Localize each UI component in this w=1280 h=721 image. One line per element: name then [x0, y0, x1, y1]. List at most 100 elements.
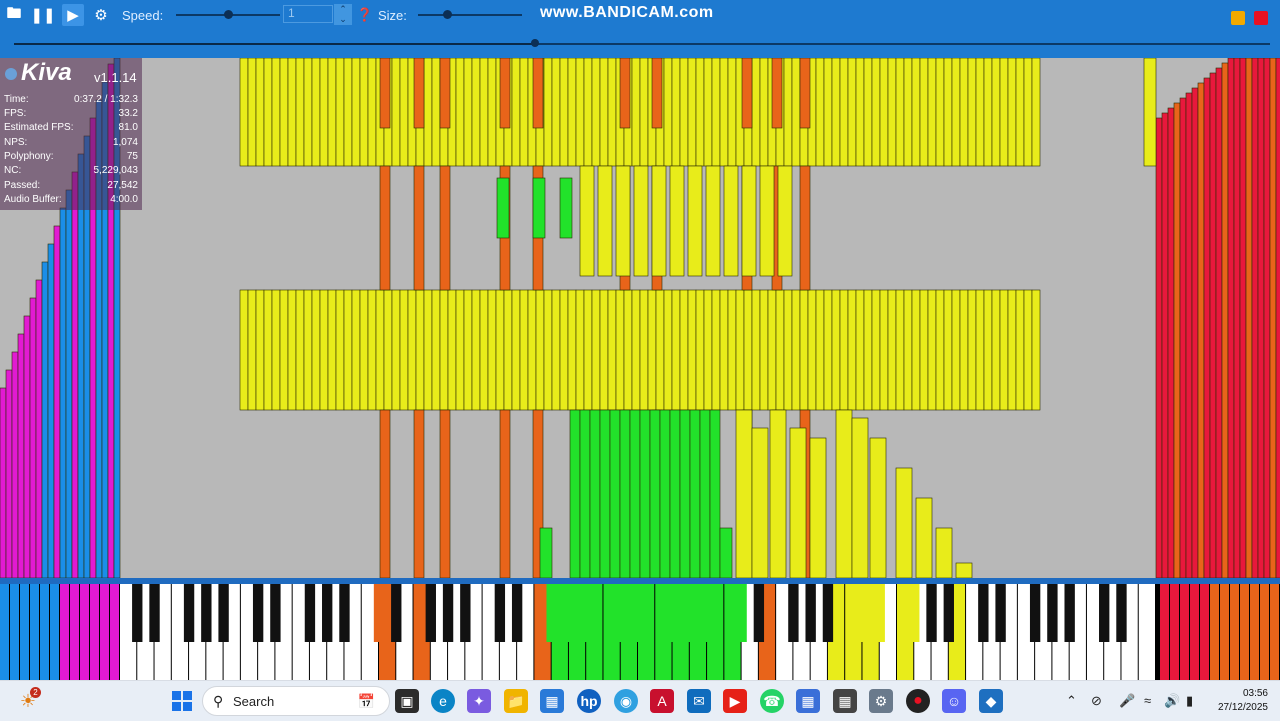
note-yellow: [1031, 289, 1041, 411]
wifi-icon[interactable]: ≈: [1144, 693, 1151, 708]
black-key: [149, 584, 160, 642]
note-yellow: [287, 289, 297, 411]
black-key: [632, 584, 644, 642]
note-yellow: [999, 289, 1009, 411]
app-button[interactable]: ▦: [796, 689, 820, 713]
note-yellow: [431, 289, 441, 411]
start-button[interactable]: [170, 689, 194, 713]
black-key: [183, 584, 195, 642]
discord-icon: ☺: [946, 693, 962, 709]
colored-key: [0, 584, 9, 680]
black-key: [615, 584, 626, 642]
note-yellow: [559, 289, 569, 411]
note-orange: [413, 165, 425, 291]
store-button[interactable]: ▦: [540, 689, 564, 713]
battery-icon[interactable]: ▮: [1186, 693, 1193, 709]
note-yellow: [679, 289, 689, 411]
stat-audio-buffer: Audio Buffer: 4:00.0: [4, 194, 138, 205]
help-button[interactable]: ❓: [357, 0, 373, 30]
close-window-button[interactable]: [1254, 11, 1268, 25]
black-key: [1029, 584, 1041, 642]
note-yellow: [287, 58, 297, 167]
note-yellow: [479, 289, 489, 411]
playback-thumb[interactable]: [531, 39, 540, 47]
kiva-taskbar-button[interactable]: ◆: [979, 689, 1003, 713]
note-yellow: [471, 289, 481, 411]
black-key: [132, 584, 143, 642]
play-button[interactable]: ▶: [61, 0, 85, 30]
discord-button[interactable]: ☺: [942, 689, 966, 713]
microphone-icon[interactable]: 🎤: [1119, 693, 1135, 709]
note-left: [59, 207, 67, 578]
minimize-window-button[interactable]: [1231, 11, 1245, 25]
task-view-button[interactable]: ▣: [395, 689, 419, 713]
colored-key: [100, 584, 109, 680]
note-yellow: [335, 58, 345, 167]
colored-key: [20, 584, 29, 680]
outlook-button[interactable]: ✉: [687, 689, 711, 713]
volume-icon[interactable]: 🔊: [1164, 693, 1180, 709]
note-yellow: [271, 289, 281, 411]
black-key: [373, 584, 385, 642]
chevron-up-icon[interactable]: ⌃: [1066, 693, 1077, 709]
stat-nps: NPS: 1,074: [4, 137, 138, 148]
settings-icon: ⚙: [874, 692, 888, 709]
youtube-button[interactable]: ▶: [723, 689, 747, 713]
size-slider-thumb[interactable]: [443, 10, 453, 19]
speed-slider-thumb[interactable]: [224, 10, 233, 19]
acrobat-button[interactable]: A: [650, 689, 674, 713]
note-orange: [741, 58, 753, 129]
file-explorer-button[interactable]: 📁: [504, 689, 528, 713]
note-left: [53, 225, 61, 578]
whatsapp-button[interactable]: ☎: [760, 689, 784, 713]
note-yellow: [599, 289, 609, 411]
note-yellow: [751, 427, 769, 578]
note-yellow: [579, 165, 595, 277]
calculator-button[interactable]: ▦: [833, 689, 857, 713]
chrome-button[interactable]: ◉: [614, 689, 638, 713]
note-yellow: [633, 165, 649, 277]
version-label: v1.1.14: [94, 70, 137, 85]
pause-button[interactable]: ❚❚: [30, 0, 55, 30]
playback-track[interactable]: [14, 43, 1270, 45]
note-yellow: [783, 289, 793, 411]
note-yellow: [647, 289, 657, 411]
note-right: [1203, 77, 1211, 578]
note-left: [77, 153, 85, 578]
settings-button[interactable]: ⚙: [90, 0, 112, 30]
hp-button[interactable]: hp: [577, 689, 601, 713]
note-yellow: [741, 165, 757, 277]
size-slider[interactable]: [418, 14, 522, 16]
open-file-button[interactable]: 🖿: [3, 0, 25, 30]
note-yellow: [769, 409, 787, 578]
copilot-button[interactable]: ✦: [467, 689, 491, 713]
note-orange: [771, 58, 783, 129]
note-yellow: [751, 289, 761, 411]
note-yellow: [999, 58, 1009, 167]
black-key: [270, 584, 281, 642]
taskbar-search[interactable]: ⚲ Search 📅: [202, 686, 390, 716]
system-clock[interactable]: 03:56 27/12/2025: [1218, 687, 1268, 715]
speed-input[interactable]: 1: [283, 5, 333, 23]
note-yellow: [871, 289, 881, 411]
settings-button-taskbar[interactable]: ⚙: [869, 689, 893, 713]
black-key: [736, 584, 747, 642]
note-yellow: [687, 289, 697, 411]
speed-stepper[interactable]: ⌃ ⌄: [334, 4, 352, 25]
network-off-icon[interactable]: ⊘: [1091, 693, 1102, 709]
note-yellow: [247, 58, 257, 167]
help-icon: ❓: [356, 7, 374, 22]
note-orange: [439, 165, 451, 291]
note-yellow: [871, 58, 881, 167]
black-key: [805, 584, 816, 642]
edge-button[interactable]: e: [431, 689, 455, 713]
black-key: [391, 584, 402, 642]
bandicam-record-icon: ●: [913, 692, 923, 709]
note-yellow: [583, 289, 593, 411]
bandicam-button[interactable]: ●: [906, 689, 930, 713]
white-key: [1138, 584, 1155, 680]
clock-time: 03:56: [1242, 688, 1268, 699]
note-yellow: [423, 289, 433, 411]
note-orange: [379, 58, 391, 129]
whatsapp-icon: ☎: [763, 692, 781, 709]
